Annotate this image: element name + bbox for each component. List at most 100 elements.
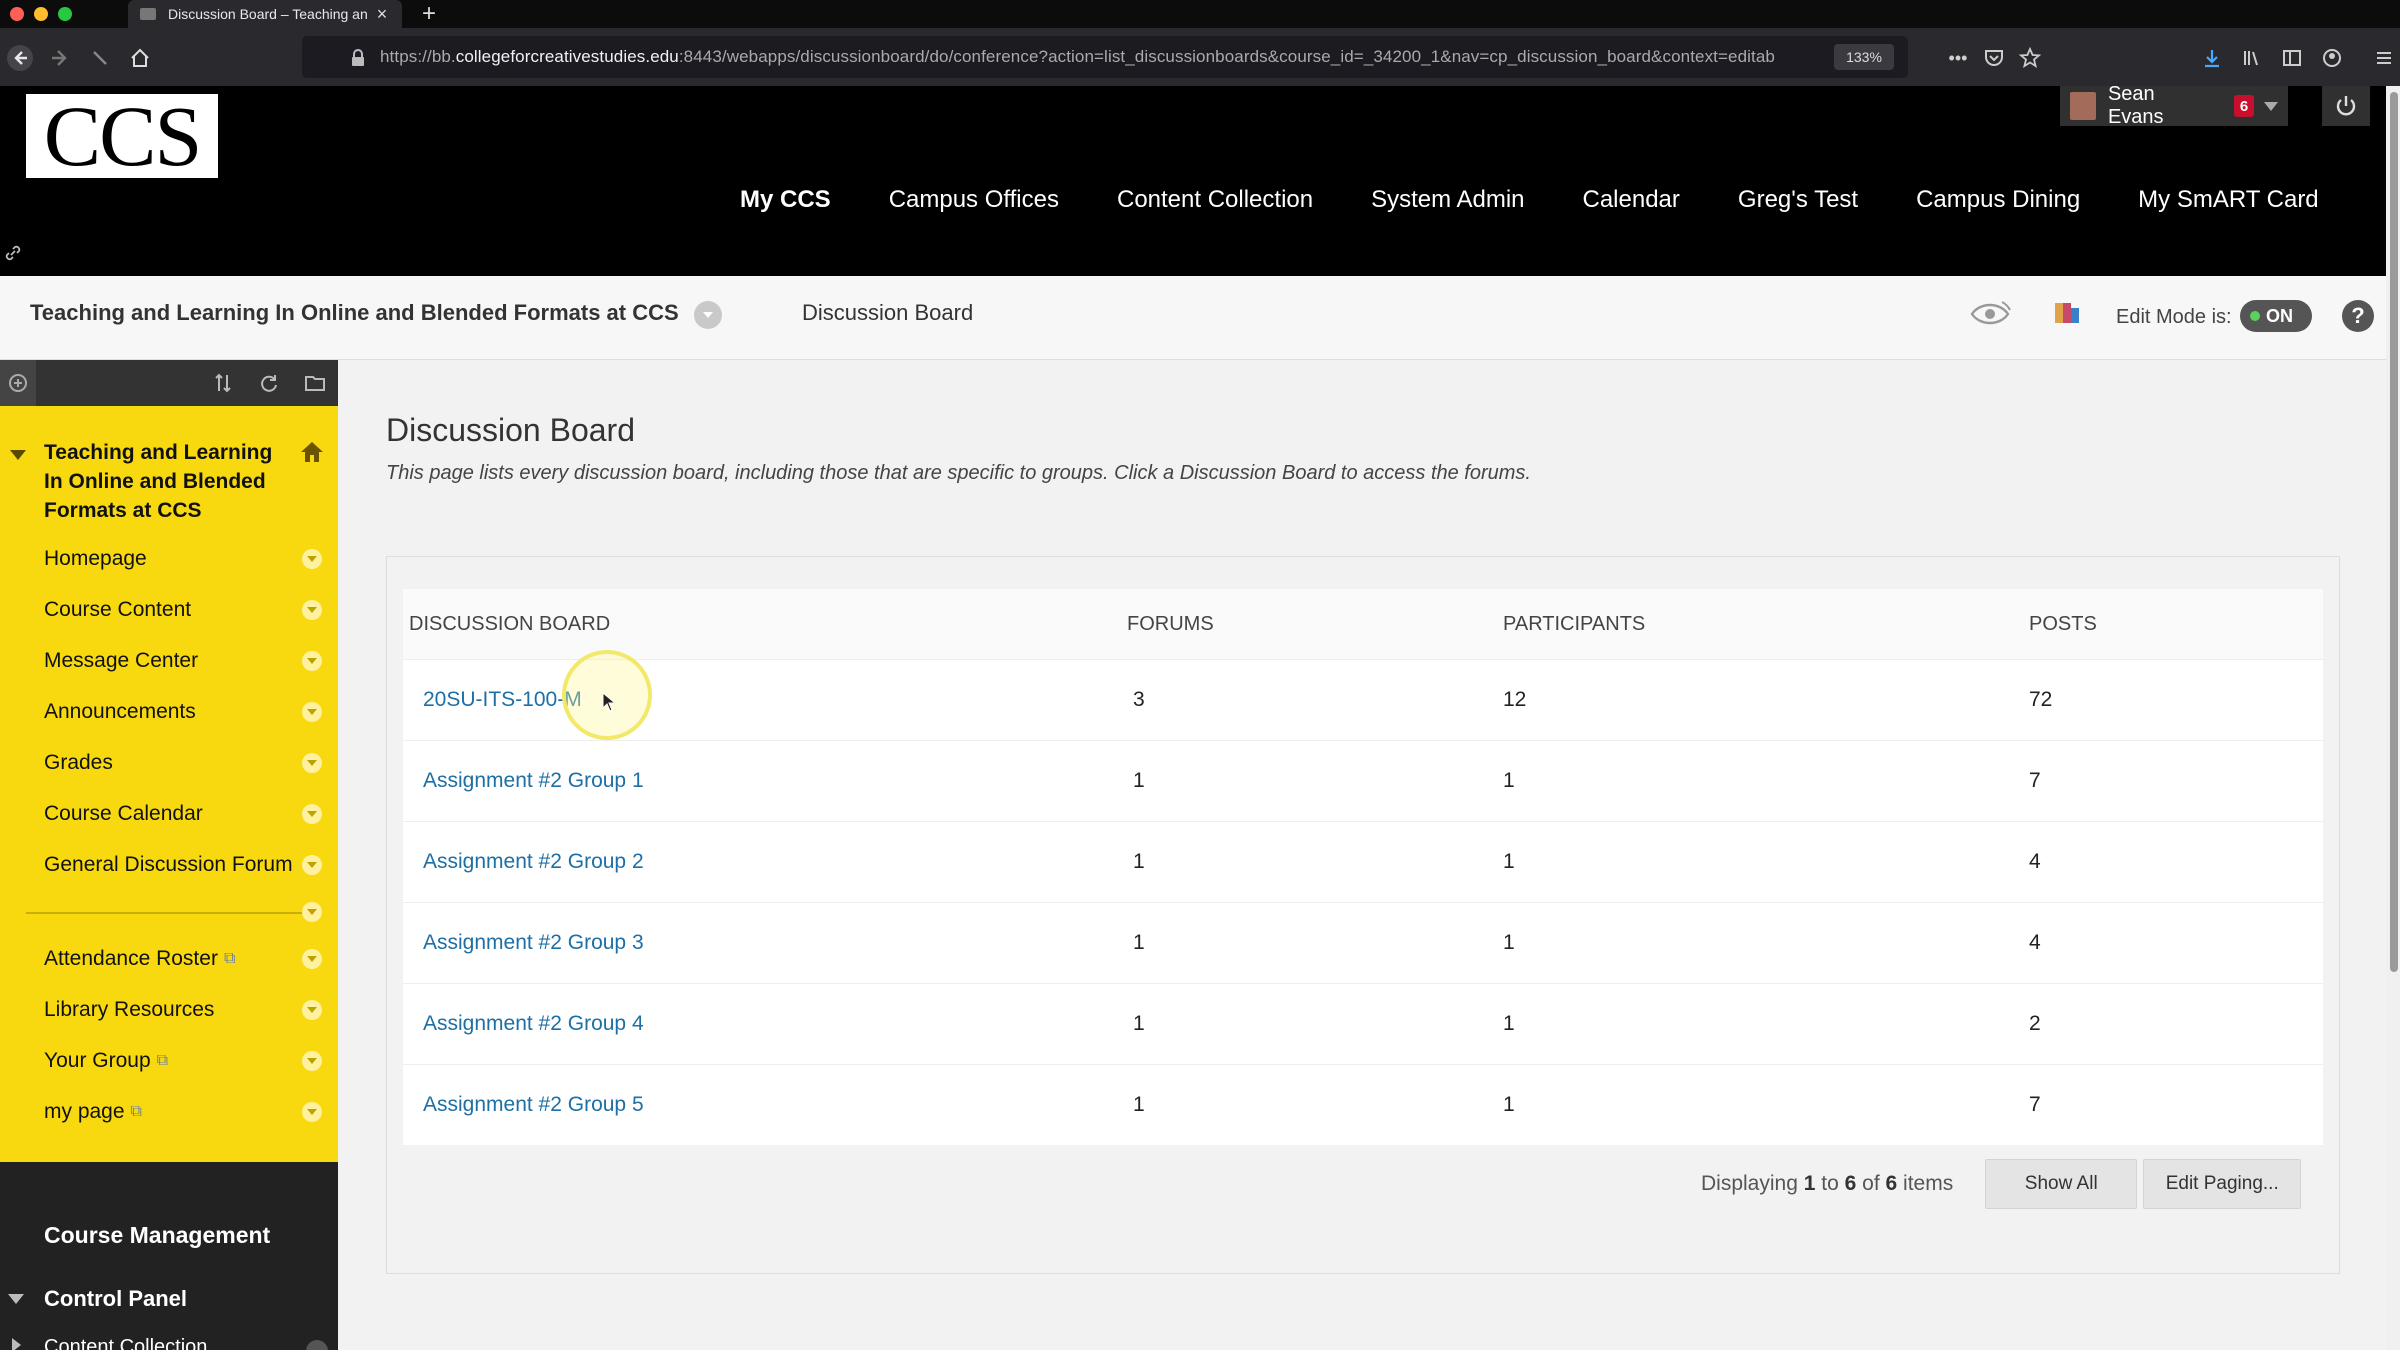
chevron-down-icon[interactable]: [302, 600, 322, 620]
sidebar-item-attendance-roster[interactable]: Attendance Roster ⧉: [44, 942, 334, 976]
close-window-icon[interactable]: [10, 7, 24, 21]
chevron-down-icon[interactable]: [306, 1340, 328, 1350]
column-header-forums[interactable]: FORUMS: [1127, 613, 1214, 636]
stop-loading-icon[interactable]: [84, 42, 116, 74]
sidebar-item-course-calendar[interactable]: Course Calendar: [44, 797, 334, 831]
discussion-board-link[interactable]: Assignment #2 Group 1: [423, 769, 644, 793]
discussion-board-link[interactable]: Assignment #2 Group 3: [423, 931, 644, 955]
help-icon[interactable]: ?: [2342, 300, 2374, 332]
nav-my-smart-card[interactable]: My SmART Card: [2138, 186, 2318, 226]
forums-count: 1: [1133, 931, 1145, 954]
control-panel-content-collection[interactable]: Content Collection: [44, 1336, 207, 1350]
edit-mode-toggle[interactable]: ON: [2240, 300, 2312, 332]
chevron-down-icon[interactable]: [302, 549, 322, 569]
breadcrumb-course[interactable]: Teaching and Learning In Online and Blen…: [30, 300, 679, 326]
downloads-icon[interactable]: [2196, 42, 2228, 74]
chevron-down-icon[interactable]: [302, 804, 322, 824]
mouse-pointer-icon: [602, 691, 617, 712]
folder-view-icon[interactable]: [302, 370, 328, 396]
sidebar-toolbar: [0, 360, 338, 406]
account-icon[interactable]: [2316, 42, 2348, 74]
discussion-board-link[interactable]: Assignment #2 Group 4: [423, 1012, 644, 1036]
top-navigation: My CCS Campus Offices Content Collection…: [740, 186, 2319, 226]
nav-my-ccs[interactable]: My CCS: [740, 186, 831, 226]
forward-icon[interactable]: [44, 42, 76, 74]
nav-content-collection[interactable]: Content Collection: [1117, 186, 1313, 226]
posts-count: 4: [2029, 931, 2041, 954]
discussion-board-link[interactable]: Assignment #2 Group 2: [423, 850, 644, 874]
home-icon[interactable]: [124, 42, 156, 74]
zoom-level[interactable]: 133%: [1834, 44, 1894, 70]
sidebar-item-course-content[interactable]: Course Content: [44, 593, 334, 627]
chevron-down-icon[interactable]: [2264, 101, 2278, 111]
menu-icon[interactable]: [2368, 42, 2400, 74]
reorder-icon[interactable]: [210, 370, 236, 396]
ccs-logo[interactable]: CCS: [26, 93, 218, 179]
chevron-down-icon[interactable]: [302, 949, 322, 969]
notification-badge[interactable]: 6: [2234, 95, 2254, 117]
nav-calendar[interactable]: Calendar: [1583, 186, 1680, 226]
table-row: Assignment #2 Group 3 1 1 4: [403, 902, 2323, 983]
nav-system-admin[interactable]: System Admin: [1371, 186, 1524, 226]
close-tab-icon[interactable]: ×: [374, 4, 390, 25]
maximize-window-icon[interactable]: [58, 7, 72, 21]
discussion-board-link[interactable]: 20SU-ITS-100-M: [423, 688, 582, 712]
sidebar-item-my-page[interactable]: my page ⧉: [44, 1095, 334, 1129]
control-panel-heading[interactable]: Control Panel: [44, 1286, 187, 1312]
column-header-discussion-board[interactable]: DISCUSSION BOARD: [409, 613, 610, 636]
sidebar-item-your-group[interactable]: Your Group ⧉: [44, 1044, 334, 1078]
sidebar-item-library-resources[interactable]: Library Resources: [44, 993, 334, 1027]
nav-campus-dining[interactable]: Campus Dining: [1916, 186, 2080, 226]
chevron-down-icon[interactable]: [302, 702, 322, 722]
link-icon[interactable]: [4, 244, 22, 267]
divider-chevron-down-icon[interactable]: [302, 902, 322, 922]
nav-gregs-test[interactable]: Greg's Test: [1738, 186, 1858, 226]
user-menu[interactable]: Sean Evans 6: [2060, 83, 2288, 128]
sidebar-item-general-discussion-forum[interactable]: General Discussion Forum: [44, 848, 334, 882]
discussion-board-panel: DISCUSSION BOARD FORUMS PARTICIPANTS POS…: [386, 556, 2340, 1274]
back-icon[interactable]: [4, 42, 36, 74]
column-header-posts[interactable]: POSTS: [2029, 613, 2097, 636]
sidebar-item-homepage[interactable]: Homepage: [44, 542, 334, 576]
scrollbar-thumb[interactable]: [2390, 92, 2398, 972]
table-row: 20SU-ITS-100-M 3 12 72: [403, 659, 2323, 740]
bookmark-star-icon[interactable]: [2014, 42, 2046, 74]
posts-count: 7: [2029, 1093, 2041, 1116]
discussion-board-link[interactable]: Assignment #2 Group 5: [423, 1093, 644, 1117]
pocket-icon[interactable]: [1978, 42, 2010, 74]
sidebar-toggle-icon[interactable]: [2276, 42, 2308, 74]
refresh-icon[interactable]: [256, 370, 282, 396]
address-bar[interactable]: https://bb.collegeforcreativestudies.edu…: [302, 36, 1908, 78]
edit-paging-button[interactable]: Edit Paging...: [2143, 1159, 2302, 1209]
chevron-down-icon[interactable]: [302, 1000, 322, 1020]
page-actions-icon[interactable]: •••: [1942, 42, 1974, 74]
minimize-window-icon[interactable]: [34, 7, 48, 21]
add-menu-item-icon[interactable]: [0, 360, 36, 406]
logout-power-icon[interactable]: [2322, 86, 2370, 126]
chevron-down-icon[interactable]: [302, 1051, 322, 1071]
column-header-participants[interactable]: PARTICIPANTS: [1503, 613, 1645, 636]
course-management-title: Course Management: [44, 1222, 271, 1248]
collapse-triangle-icon[interactable]: [8, 1294, 24, 1304]
library-icon[interactable]: [2236, 42, 2268, 74]
chevron-down-icon[interactable]: [302, 753, 322, 773]
chevron-down-icon[interactable]: [302, 1102, 322, 1122]
sidebar-item-grades[interactable]: Grades: [44, 746, 334, 780]
student-preview-eye-icon[interactable]: [1968, 298, 2012, 330]
sidebar-item-announcements[interactable]: Announcements: [44, 695, 334, 729]
forums-count: 1: [1133, 1012, 1145, 1035]
chevron-down-icon[interactable]: [302, 651, 322, 671]
home-icon[interactable]: [298, 438, 326, 466]
participants-count: 1: [1503, 1012, 1515, 1035]
nav-campus-offices[interactable]: Campus Offices: [889, 186, 1059, 226]
show-all-button[interactable]: Show All: [1985, 1159, 2138, 1209]
new-tab-icon[interactable]: +: [414, 0, 444, 28]
sidebar-item-message-center[interactable]: Message Center: [44, 644, 334, 678]
collapse-triangle-icon[interactable]: [10, 450, 26, 460]
expand-triangle-icon[interactable]: [12, 1338, 21, 1350]
chevron-down-icon[interactable]: [302, 855, 322, 875]
color-palette-icon[interactable]: [2052, 298, 2082, 328]
browser-tab[interactable]: Discussion Board – Teaching an ×: [128, 0, 402, 28]
sidebar-course-name[interactable]: Teaching and Learning In Online and Blen…: [44, 438, 294, 525]
breadcrumb-chevron-down-icon[interactable]: [694, 301, 722, 329]
